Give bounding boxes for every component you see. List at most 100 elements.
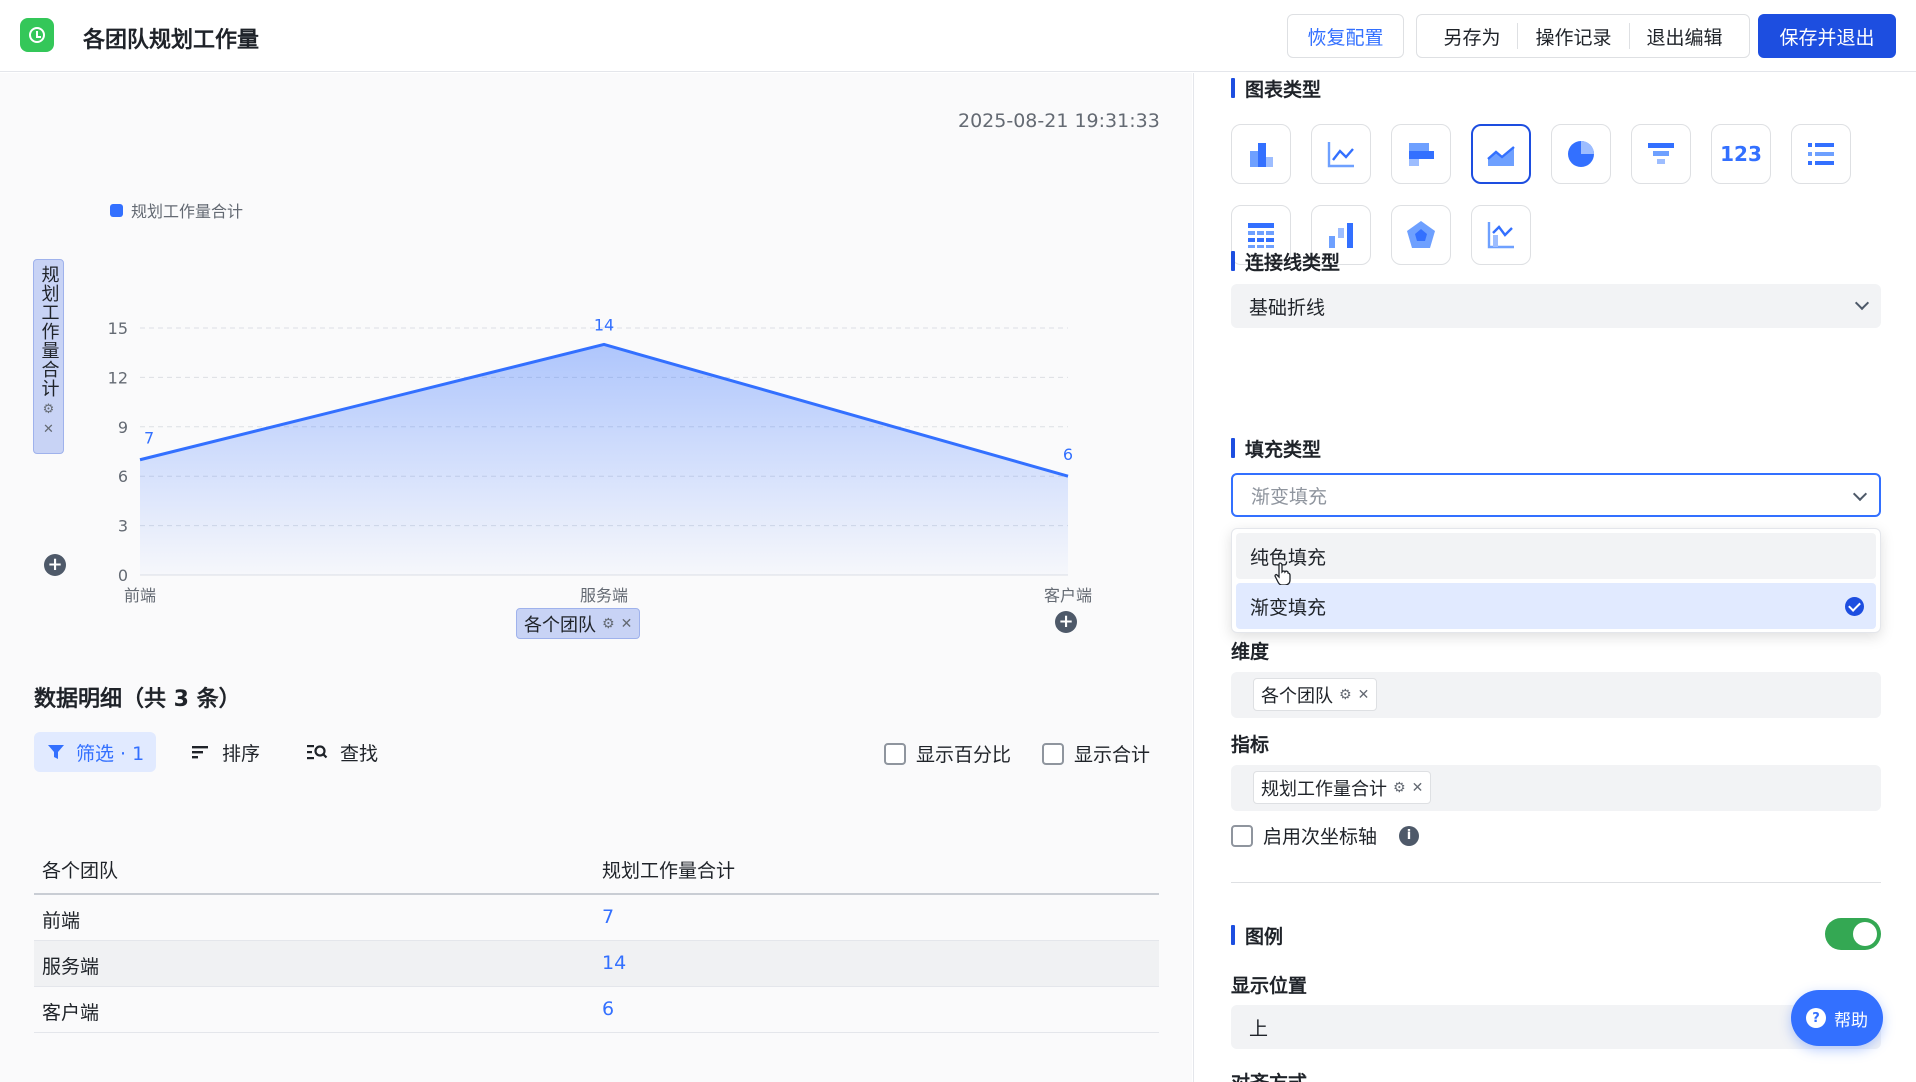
table-row[interactable]: 客户端 6	[34, 987, 1159, 1033]
pie-chart-button[interactable]	[1551, 124, 1611, 184]
y-axis-field-pill[interactable]: 规划工作量合计 ⚙ ✕	[33, 259, 64, 454]
help-button[interactable]: ? 帮助	[1791, 990, 1883, 1046]
option-label: 渐变填充	[1250, 596, 1327, 619]
y-tick-label: 0	[118, 566, 128, 585]
position-value: 上	[1249, 1017, 1269, 1040]
radar-button[interactable]	[1391, 205, 1451, 265]
column-header[interactable]: 各个团队	[42, 856, 118, 883]
filter-icon	[48, 745, 64, 759]
close-icon[interactable]: ✕	[43, 422, 54, 438]
divider	[1231, 882, 1881, 883]
close-icon[interactable]: ✕	[1412, 780, 1424, 796]
pie-chart-icon	[1568, 141, 1594, 167]
y-tick-label: 15	[108, 319, 128, 338]
data-table: 各个团队 规划工作量合计 前端 7 服务端 14 客户端 6	[34, 851, 1159, 1033]
y-tick-label: 12	[108, 368, 128, 387]
help-icon: ?	[1806, 1008, 1826, 1028]
number-card-button[interactable]: 123	[1711, 124, 1771, 184]
hand-cursor-icon	[1274, 562, 1291, 585]
restore-config-button[interactable]: 恢复配置	[1287, 14, 1404, 58]
x-axis-field-pill[interactable]: 各个团队 ⚙ ✕	[516, 608, 641, 639]
checkbox-box[interactable]	[884, 742, 906, 765]
table-cell: 14	[602, 952, 627, 974]
table-cell: 前端	[42, 910, 81, 932]
gear-icon[interactable]: ⚙	[1339, 687, 1352, 703]
position-title: 显示位置	[1231, 975, 1308, 997]
x-tick-label: 客户端	[1044, 586, 1092, 605]
top-header: 各团队规划工作量 恢复配置 另存为 操作记录 退出编辑 保存并退出	[0, 0, 1916, 72]
filter-button[interactable]: 筛选 · 1	[34, 732, 157, 772]
fill-option-solid[interactable]: 纯色填充	[1236, 533, 1876, 579]
chevron-down-icon	[1852, 486, 1868, 502]
close-icon[interactable]: ✕	[1358, 687, 1370, 703]
dimension-field[interactable]: 各个团队 ⚙ ✕	[1231, 672, 1881, 718]
data-detail-title: 数据明细（共 3 条）	[34, 687, 241, 712]
chevron-down-icon	[1854, 295, 1870, 311]
find-label: 查找	[340, 742, 379, 765]
area-chart-button[interactable]	[1471, 124, 1531, 184]
metric-tag[interactable]: 规划工作量合计 ⚙ ✕	[1253, 771, 1432, 804]
table-cell: 客户端	[42, 1002, 100, 1024]
help-label: 帮助	[1834, 1010, 1868, 1031]
checkbox-box[interactable]	[1231, 824, 1253, 847]
history-button[interactable]: 操作记录	[1518, 23, 1630, 49]
x-tick-label: 服务端	[580, 586, 628, 605]
close-icon[interactable]: ✕	[621, 616, 633, 632]
line-chart-icon	[1327, 142, 1354, 168]
table-header-row: 各个团队 规划工作量合计	[34, 851, 1159, 895]
secondary-axis-checkbox[interactable]: 启用次坐标轴 i	[1231, 822, 1420, 849]
dual-axis-button[interactable]	[1471, 205, 1531, 265]
radar-icon	[1407, 221, 1435, 248]
list-button[interactable]	[1791, 124, 1851, 184]
checkbox-box[interactable]	[1042, 742, 1064, 765]
chart-canvas-area: 2025-08-21 19:31:33 规划工作量合计 0 3 6 9 12 15 7 14…	[0, 73, 1192, 1082]
add-y-field-icon[interactable]: +	[44, 554, 66, 576]
line-type-value: 基础折线	[1249, 296, 1326, 319]
config-panel: 图表类型 123 连接线类型 基础折线 填充类型 渐变填充 维度 各个团队 ⚙ …	[1193, 73, 1916, 1082]
funnel-icon	[1648, 143, 1674, 164]
save-and-exit-button[interactable]: 保存并退出	[1758, 14, 1896, 58]
horizontal-bar-button[interactable]	[1391, 124, 1451, 184]
fill-type-value: 渐变填充	[1251, 485, 1328, 508]
secondary-axis-label: 启用次坐标轴	[1263, 826, 1378, 848]
dimension-tag[interactable]: 各个团队 ⚙ ✕	[1253, 678, 1378, 711]
table-row[interactable]: 服务端 14	[34, 941, 1159, 987]
exit-edit-button[interactable]: 退出编辑	[1630, 23, 1740, 49]
metric-field[interactable]: 规划工作量合计 ⚙ ✕	[1231, 765, 1881, 811]
legend-toggle[interactable]	[1825, 918, 1881, 950]
x-tick-label: 前端	[124, 586, 156, 605]
gear-icon[interactable]: ⚙	[602, 616, 615, 632]
fill-type-dropdown: 纯色填充 渐变填充	[1231, 528, 1881, 633]
line-chart-button[interactable]	[1311, 124, 1371, 184]
table-cell: 6	[602, 998, 615, 1020]
show-percent-checkbox[interactable]: 显示百分比	[884, 740, 1011, 767]
page-title: 各团队规划工作量	[83, 28, 260, 53]
bar-chart-icon	[1250, 143, 1273, 167]
line-type-select[interactable]: 基础折线	[1231, 284, 1881, 328]
find-button[interactable]: 查找	[306, 732, 378, 772]
align-title: 对齐方式	[1231, 1068, 1307, 1082]
dimension-title: 维度	[1231, 641, 1270, 663]
bar-chart-button[interactable]	[1231, 124, 1291, 184]
position-select[interactable]: 上	[1231, 1005, 1881, 1049]
column-header[interactable]: 规划工作量合计	[602, 856, 735, 883]
gear-icon[interactable]: ⚙	[1393, 780, 1406, 796]
y-tick-label: 6	[118, 467, 128, 486]
metric-title: 指标	[1231, 734, 1270, 756]
fill-type-select[interactable]: 渐变填充	[1231, 473, 1881, 517]
info-icon[interactable]: i	[1399, 825, 1420, 846]
area-chart-icon	[1487, 146, 1515, 166]
show-total-checkbox[interactable]: 显示合计	[1042, 740, 1150, 767]
funnel-button[interactable]	[1631, 124, 1691, 184]
table-row[interactable]: 前端 7	[34, 895, 1159, 941]
sort-button[interactable]: 排序	[190, 732, 260, 772]
sort-label: 排序	[222, 742, 261, 765]
data-label: 6	[1063, 445, 1073, 464]
show-total-label: 显示合计	[1074, 744, 1151, 766]
gear-icon[interactable]: ⚙	[43, 402, 55, 418]
y-axis-field-label: 规划工作量合计	[38, 265, 60, 398]
search-icon	[307, 745, 328, 760]
save-as-button[interactable]: 另存为	[1426, 23, 1519, 49]
add-x-field-icon[interactable]: +	[1055, 611, 1077, 633]
fill-option-gradient[interactable]: 渐变填充	[1236, 583, 1876, 629]
